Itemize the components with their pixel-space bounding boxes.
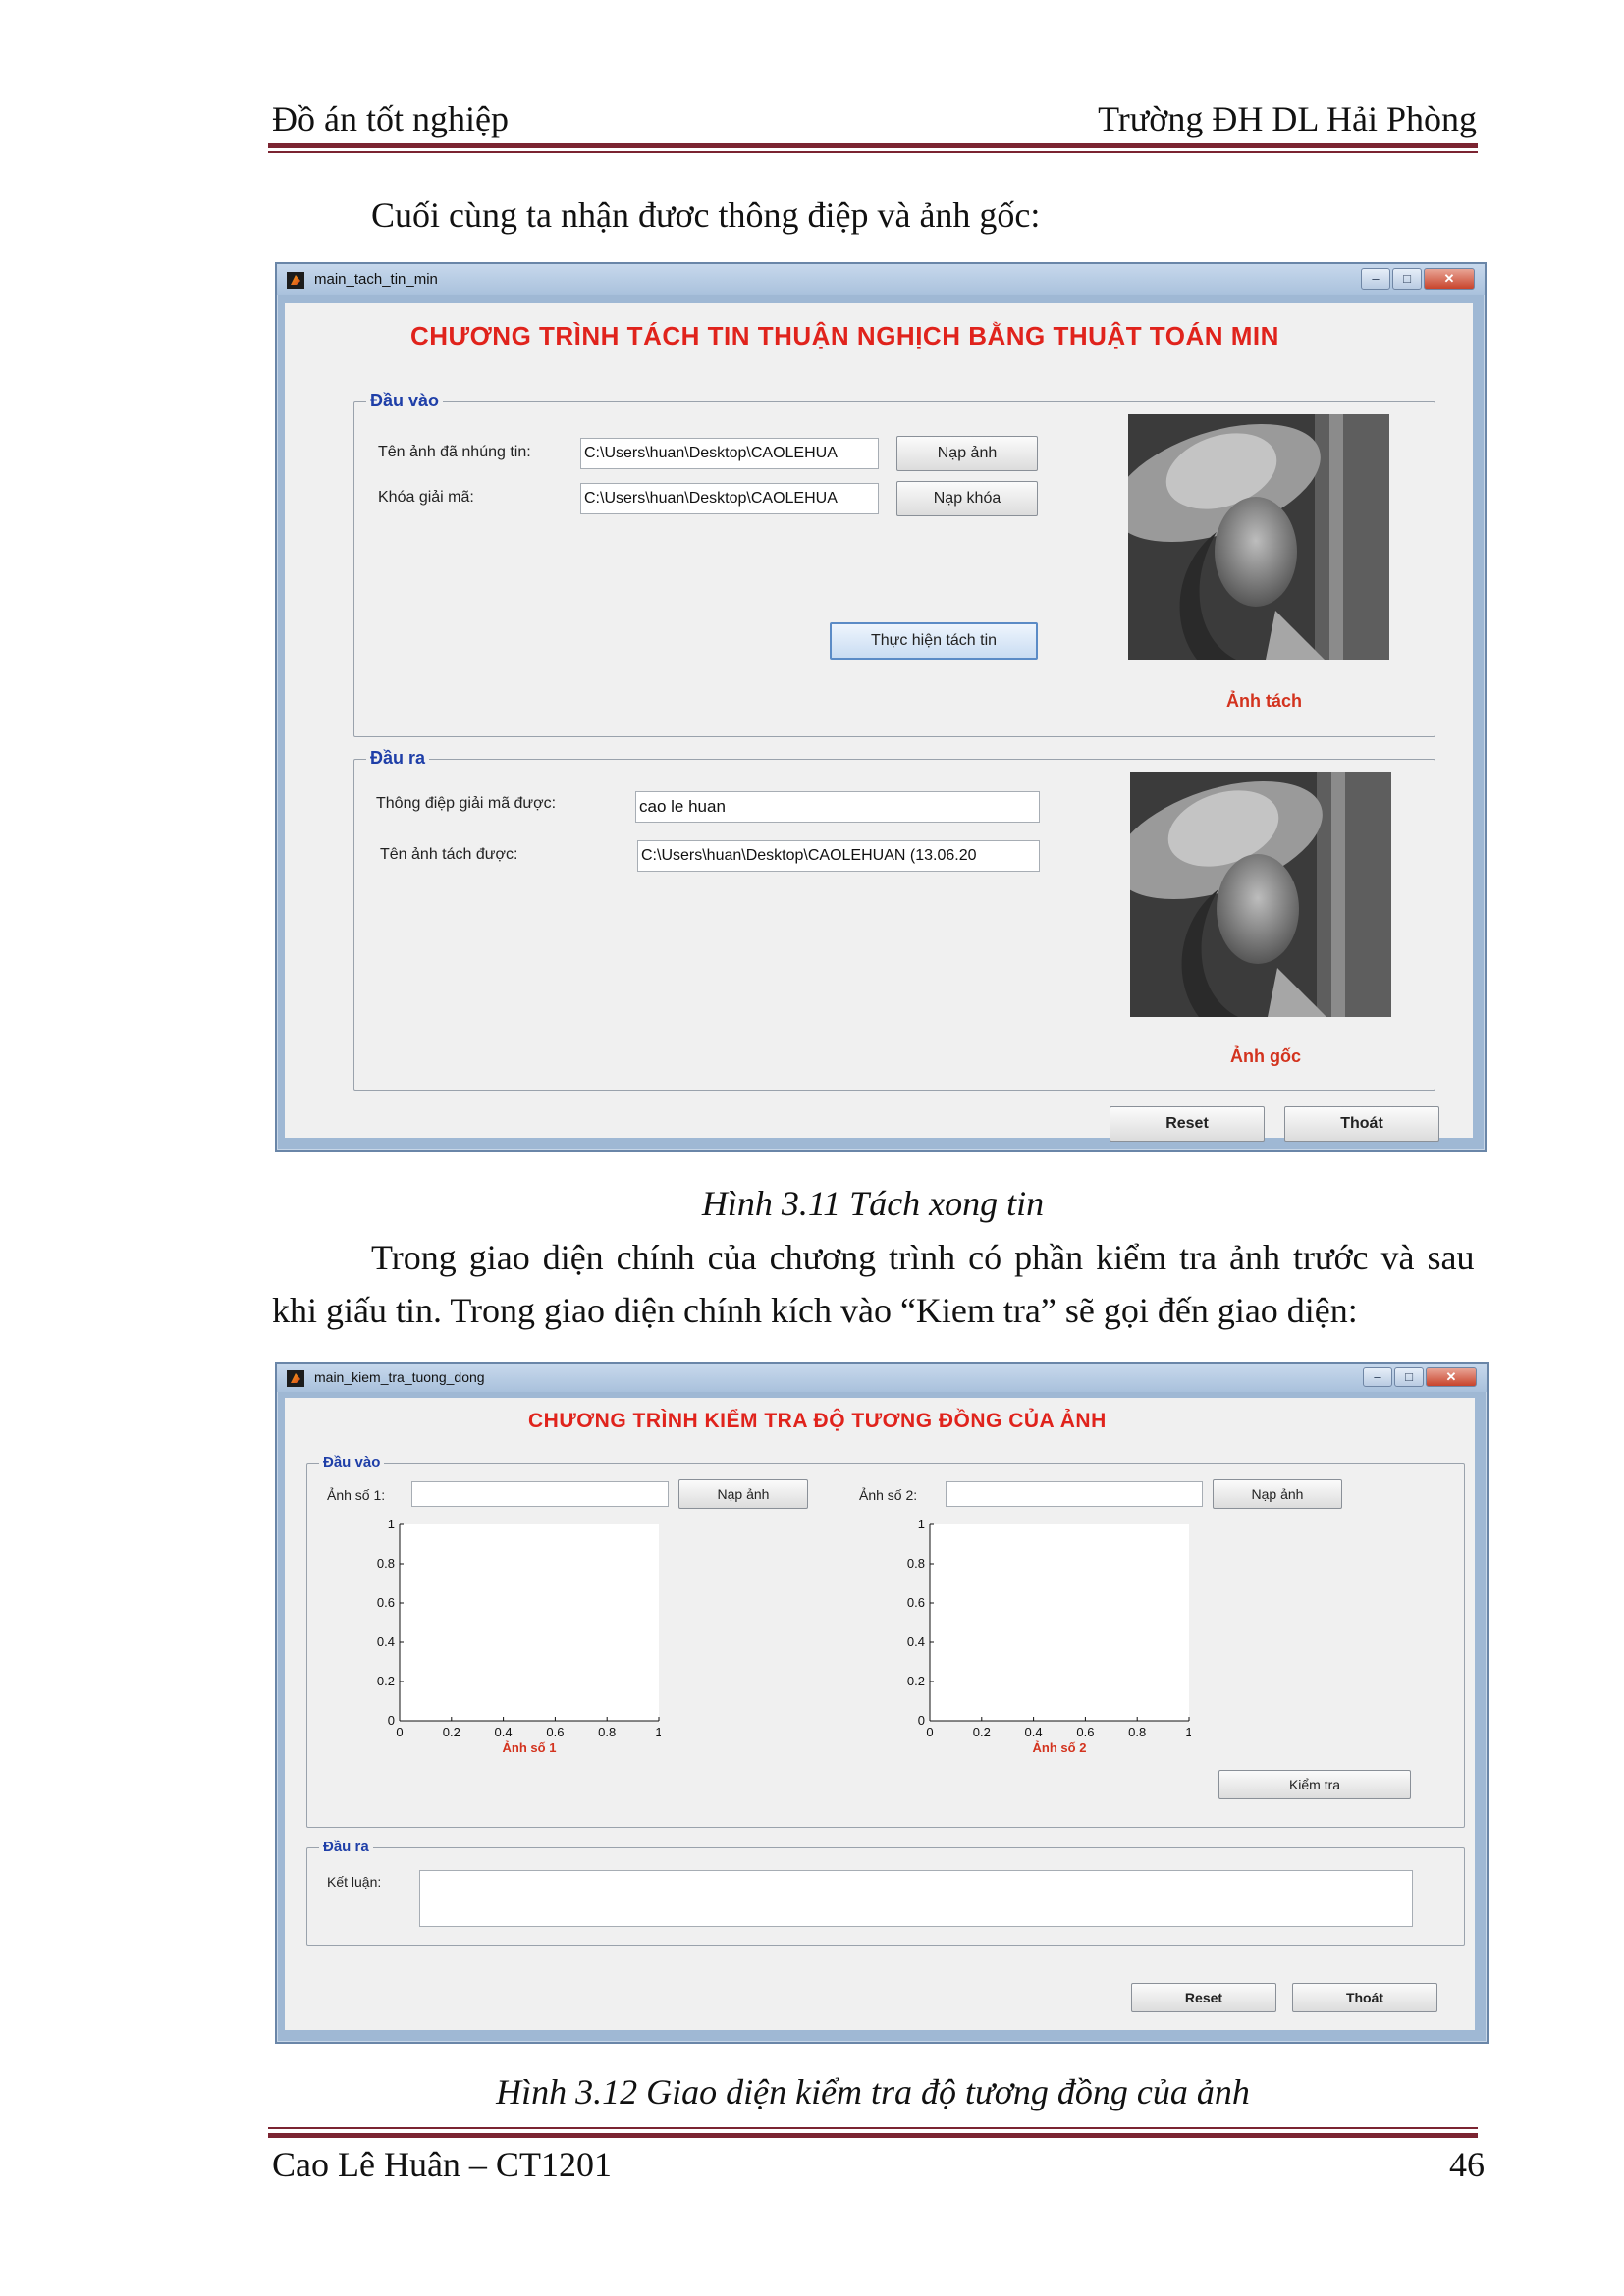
header-rule xyxy=(268,143,1478,148)
paragraph-2-line-1: Trong giao diện chính của chương trình c… xyxy=(371,1238,1475,1277)
output-panel-label: Đầu ra xyxy=(366,748,430,769)
y-tick-label: 1 xyxy=(388,1517,395,1531)
y-tick-label: 0.4 xyxy=(377,1634,395,1649)
decode-key-label: Khóa giải mã: xyxy=(378,489,474,506)
header-rule-thin xyxy=(268,151,1478,153)
y-tick-label: 0.4 xyxy=(907,1634,925,1649)
footer-rule xyxy=(268,2133,1478,2138)
y-tick-label: 0.8 xyxy=(907,1556,925,1571)
x-tick-label: 0.8 xyxy=(1128,1725,1146,1739)
message-label: Thông điệp giải mã được: xyxy=(376,795,557,812)
footer-rule-thin xyxy=(268,2127,1478,2129)
y-tick-label: 0.6 xyxy=(377,1595,395,1610)
x-tick-label: 0 xyxy=(396,1725,403,1739)
app-title: CHƯƠNG TRÌNH TÁCH TIN THUẬN NGHỊCH BẰNG … xyxy=(410,321,1279,350)
x-tick-label: 0.6 xyxy=(1076,1725,1094,1739)
input-panel: Đầu vào Ảnh số 1: Nạp ảnh Ảnh số 2: Nạp … xyxy=(306,1454,1465,1828)
matlab-logo-icon xyxy=(287,272,304,289)
figure-caption-1: Hình 3.11 Tách xong tin xyxy=(701,1184,1045,1223)
reset-button[interactable]: Reset xyxy=(1131,1983,1276,2012)
extract-button[interactable]: Thực hiện tách tin xyxy=(830,622,1038,660)
input-panel-label: Đầu vào xyxy=(319,1454,385,1470)
close-icon[interactable]: ✕ xyxy=(1426,1367,1477,1387)
window-titlebar[interactable]: main_kiem_tra_tuong_dong – □ ✕ xyxy=(277,1364,1487,1392)
x-tick-label: 0.2 xyxy=(443,1725,460,1739)
check-button[interactable]: Kiểm tra xyxy=(1218,1770,1411,1799)
exit-button[interactable]: Thoát xyxy=(1284,1106,1439,1142)
close-icon[interactable]: ✕ xyxy=(1424,268,1475,290)
plot-area xyxy=(930,1524,1189,1721)
extracted-name-field[interactable]: C:\Users\huan\Desktop\CAOLEHUAN (13.06.2… xyxy=(637,840,1040,872)
output-panel-label: Đầu ra xyxy=(319,1839,373,1855)
embedded-image-label: Tên ảnh đã nhúng tin: xyxy=(378,444,531,460)
x-tick-label: 0.6 xyxy=(546,1725,564,1739)
y-tick-label: 0.2 xyxy=(907,1674,925,1688)
decode-key-field[interactable]: C:\Users\huan\Desktop\CAOLEHUA xyxy=(580,483,879,514)
load-key-button[interactable]: Nạp khóa xyxy=(896,481,1038,516)
y-tick-label: 0.8 xyxy=(377,1556,395,1571)
plot-area xyxy=(400,1524,659,1721)
image2-label: Ảnh số 2: xyxy=(859,1487,918,1503)
x-tick-label: 0.4 xyxy=(1025,1725,1043,1739)
x-tick-label: 0.8 xyxy=(598,1725,616,1739)
axes-image-1: 0 0.2 0.4 0.6 0.8 1 0 0.2 0.4 0.6 0.8 1 Ảnh số 1 xyxy=(377,1517,661,1755)
embedded-image-field[interactable]: C:\Users\huan\Desktop\CAOLEHUA xyxy=(580,438,879,469)
window-extract: main_tach_tin_min – □ ✕ CHƯƠNG TRÌNH TÁC… xyxy=(275,262,1487,1152)
image2-load-button[interactable]: Nạp ảnh xyxy=(1213,1479,1342,1509)
y-tick-label: 0 xyxy=(388,1713,395,1728)
figure-caption-2: Hình 3.12 Giao diện kiểm tra độ tương đồ… xyxy=(496,2072,1250,2111)
header-right: Trường ĐH DL Hải Phòng xyxy=(1098,99,1477,138)
minimize-icon[interactable]: – xyxy=(1361,268,1390,290)
axes-image-2: 0 0.2 0.4 0.6 0.8 1 0 0.2 0.4 0.6 0.8 1 Ảnh số 2 xyxy=(907,1517,1191,1755)
paragraph-2-line-2: khi giấu tin. Trong giao diện chính kích… xyxy=(272,1291,1358,1330)
x-tick-label: 1 xyxy=(1185,1725,1191,1739)
output-panel: Đầu ra Thông điệp giải mã được: cao le h… xyxy=(353,748,1435,1091)
input-panel-label: Đầu vào xyxy=(366,391,444,411)
paragraph-1: Cuối cùng ta nhận đươc thông điệp và ảnh… xyxy=(371,195,1041,235)
conclusion-field[interactable] xyxy=(419,1870,1413,1927)
reset-button[interactable]: Reset xyxy=(1110,1106,1265,1142)
maximize-icon[interactable]: □ xyxy=(1394,1367,1424,1387)
extracted-image-caption: Ảnh tách xyxy=(1226,691,1303,711)
original-image-caption: Ảnh gốc xyxy=(1230,1046,1301,1066)
original-image xyxy=(1130,772,1391,1017)
minimize-icon[interactable]: – xyxy=(1363,1367,1392,1387)
x-tick-label: 0 xyxy=(926,1725,933,1739)
message-field[interactable]: cao le huan xyxy=(635,791,1040,823)
y-tick-label: 1 xyxy=(918,1517,925,1531)
app-title: CHƯƠNG TRÌNH KIỂM TRA ĐỘ TƯƠNG ĐỒNG CỦA … xyxy=(528,1410,1107,1432)
window-title: main_kiem_tra_tuong_dong xyxy=(314,1369,485,1385)
window-client: CHƯƠNG TRÌNH TÁCH TIN THUẬN NGHỊCH BẰNG … xyxy=(285,303,1473,1142)
load-image-button[interactable]: Nạp ảnh xyxy=(896,436,1038,471)
window-client: CHƯƠNG TRÌNH KIỂM TRA ĐỘ TƯƠNG ĐỒNG CỦA … xyxy=(285,1398,1475,2030)
window-titlebar[interactable]: main_tach_tin_min – □ ✕ xyxy=(277,264,1485,295)
image2-field[interactable] xyxy=(946,1481,1203,1507)
extracted-image xyxy=(1128,414,1389,660)
x-tick-label: 0.2 xyxy=(973,1725,991,1739)
maximize-icon[interactable]: □ xyxy=(1392,268,1422,290)
window-similarity: main_kiem_tra_tuong_dong – □ ✕ CHƯƠNG TR… xyxy=(275,1362,1489,2044)
y-tick-label: 0.2 xyxy=(377,1674,395,1688)
x-axis-label: Ảnh số 2 xyxy=(1033,1740,1087,1755)
y-tick-label: 0.6 xyxy=(907,1595,925,1610)
page-number: 46 xyxy=(1449,2145,1485,2184)
image1-label: Ảnh số 1: xyxy=(327,1487,386,1503)
x-tick-label: 0.4 xyxy=(495,1725,513,1739)
image1-field[interactable] xyxy=(411,1481,669,1507)
input-panel: Đầu vào Tên ảnh đã nhúng tin: C:\Users\h… xyxy=(353,391,1435,737)
matlab-logo-icon xyxy=(287,1370,304,1387)
exit-button[interactable]: Thoát xyxy=(1292,1983,1437,2012)
conclusion-label: Kết luận: xyxy=(327,1874,382,1890)
x-tick-label: 1 xyxy=(655,1725,661,1739)
header-left: Đồ án tốt nghiệp xyxy=(272,99,509,138)
y-tick-label: 0 xyxy=(918,1713,925,1728)
extracted-name-label: Tên ảnh tách được: xyxy=(380,846,518,863)
window-title: main_tach_tin_min xyxy=(314,271,438,288)
output-panel: Đầu ra Kết luận: xyxy=(306,1839,1465,1946)
image1-load-button[interactable]: Nạp ảnh xyxy=(678,1479,808,1509)
x-axis-label: Ảnh số 1 xyxy=(503,1740,557,1755)
footer-left: Cao Lê Huân – CT1201 xyxy=(272,2145,612,2184)
